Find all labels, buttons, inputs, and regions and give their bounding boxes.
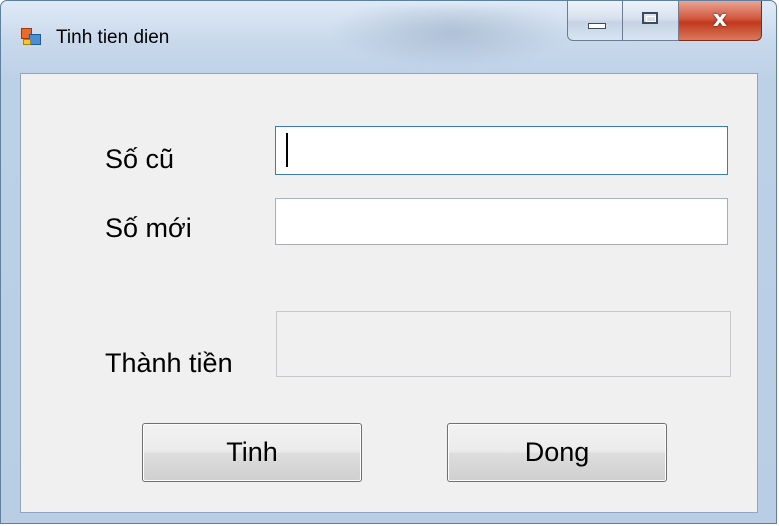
total-label: Thành tiền: [105, 348, 233, 378]
calculate-button[interactable]: Tinh: [142, 423, 362, 482]
caption-buttons: x: [567, 1, 762, 43]
text-caret: [286, 133, 288, 167]
close-form-button[interactable]: Dong: [447, 423, 667, 482]
window-title: Tinh tien dien: [56, 27, 170, 48]
close-button[interactable]: x: [679, 1, 762, 41]
form-client-area: Số cũ Số mới Thành tiền Tinh Dong: [20, 73, 758, 513]
old-reading-input[interactable]: [275, 126, 728, 175]
titlebar-background: [331, 7, 571, 67]
maximize-icon: [642, 12, 658, 24]
new-reading-input[interactable]: [275, 198, 728, 245]
total-output: [276, 311, 731, 377]
app-window: Tinh tien dien x Số cũ Số mới Thành tiền…: [0, 0, 777, 524]
app-form-icon[interactable]: [21, 28, 41, 46]
minimize-icon: [588, 23, 606, 29]
maximize-button[interactable]: [623, 1, 679, 41]
minimize-button[interactable]: [567, 1, 623, 41]
new-reading-label: Số mới: [105, 213, 192, 243]
close-icon: x: [712, 7, 728, 32]
old-reading-label: Số cũ: [105, 144, 175, 174]
